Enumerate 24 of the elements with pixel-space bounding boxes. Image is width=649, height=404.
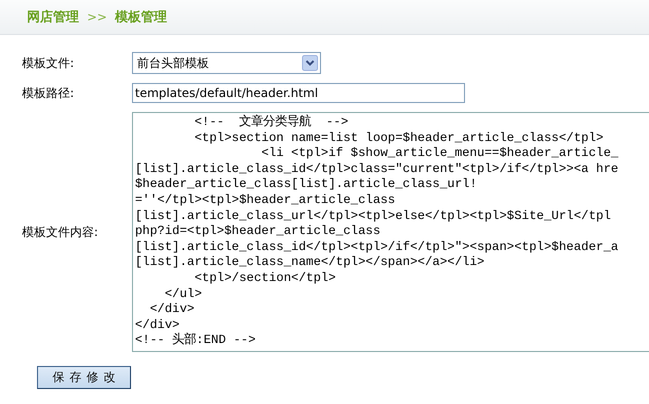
save-button[interactable]: 保存修改 [37, 366, 131, 389]
field-label: 模板文件内容: [22, 224, 100, 240]
code-line: </div> [148, 302, 194, 318]
path-field[interactable]: templates/default/header.html [132, 83, 465, 103]
code-line: <!-- 头部:END --> [135, 333, 256, 349]
code-line: </ul> [164, 286, 202, 302]
template-select[interactable]: 前台头部模板 [132, 52, 321, 74]
code-line: [list].article_class_id</tpl><tpl>/if</tpl>"><span><tpl>$header_a [135, 240, 618, 256]
code-line: </div> [135, 318, 180, 332]
code-line: <tpl>/section</tpl> [193, 270, 336, 287]
code-line: php?id=<tpl>$header_article_class [135, 224, 380, 240]
code-line: <tpl>section name=list loop=$header_article_class</tpl> [193, 130, 604, 146]
field-label: 模板文件: [22, 54, 76, 72]
code-line: [list].article_class_url</tpl><tpl>else</tpl><tpl>$Site_Url</tpl [135, 208, 611, 224]
code-line: [list].article_class_id</tpl>class="current"<tpl>/if</tpl>><a hre [135, 162, 618, 178]
code-line: [list].article_class_name</tpl></span></a></li> [135, 255, 484, 271]
breadcrumb-separator: >> [87, 10, 108, 24]
code-line: =''</tpl><tpl>$header_article_class [135, 192, 396, 209]
code-line: <!-- 文章分类导航 --> [193, 115, 348, 131]
code-editor[interactable] [132, 112, 649, 352]
code-line: $header_article_class[list].article_class_url! [135, 177, 478, 193]
page-title: 模板管理 [115, 9, 168, 26]
code-line: <li <tpl>if $show_article_menu==$header_article_ [260, 146, 618, 162]
field-label: 模板路径: [22, 84, 76, 102]
